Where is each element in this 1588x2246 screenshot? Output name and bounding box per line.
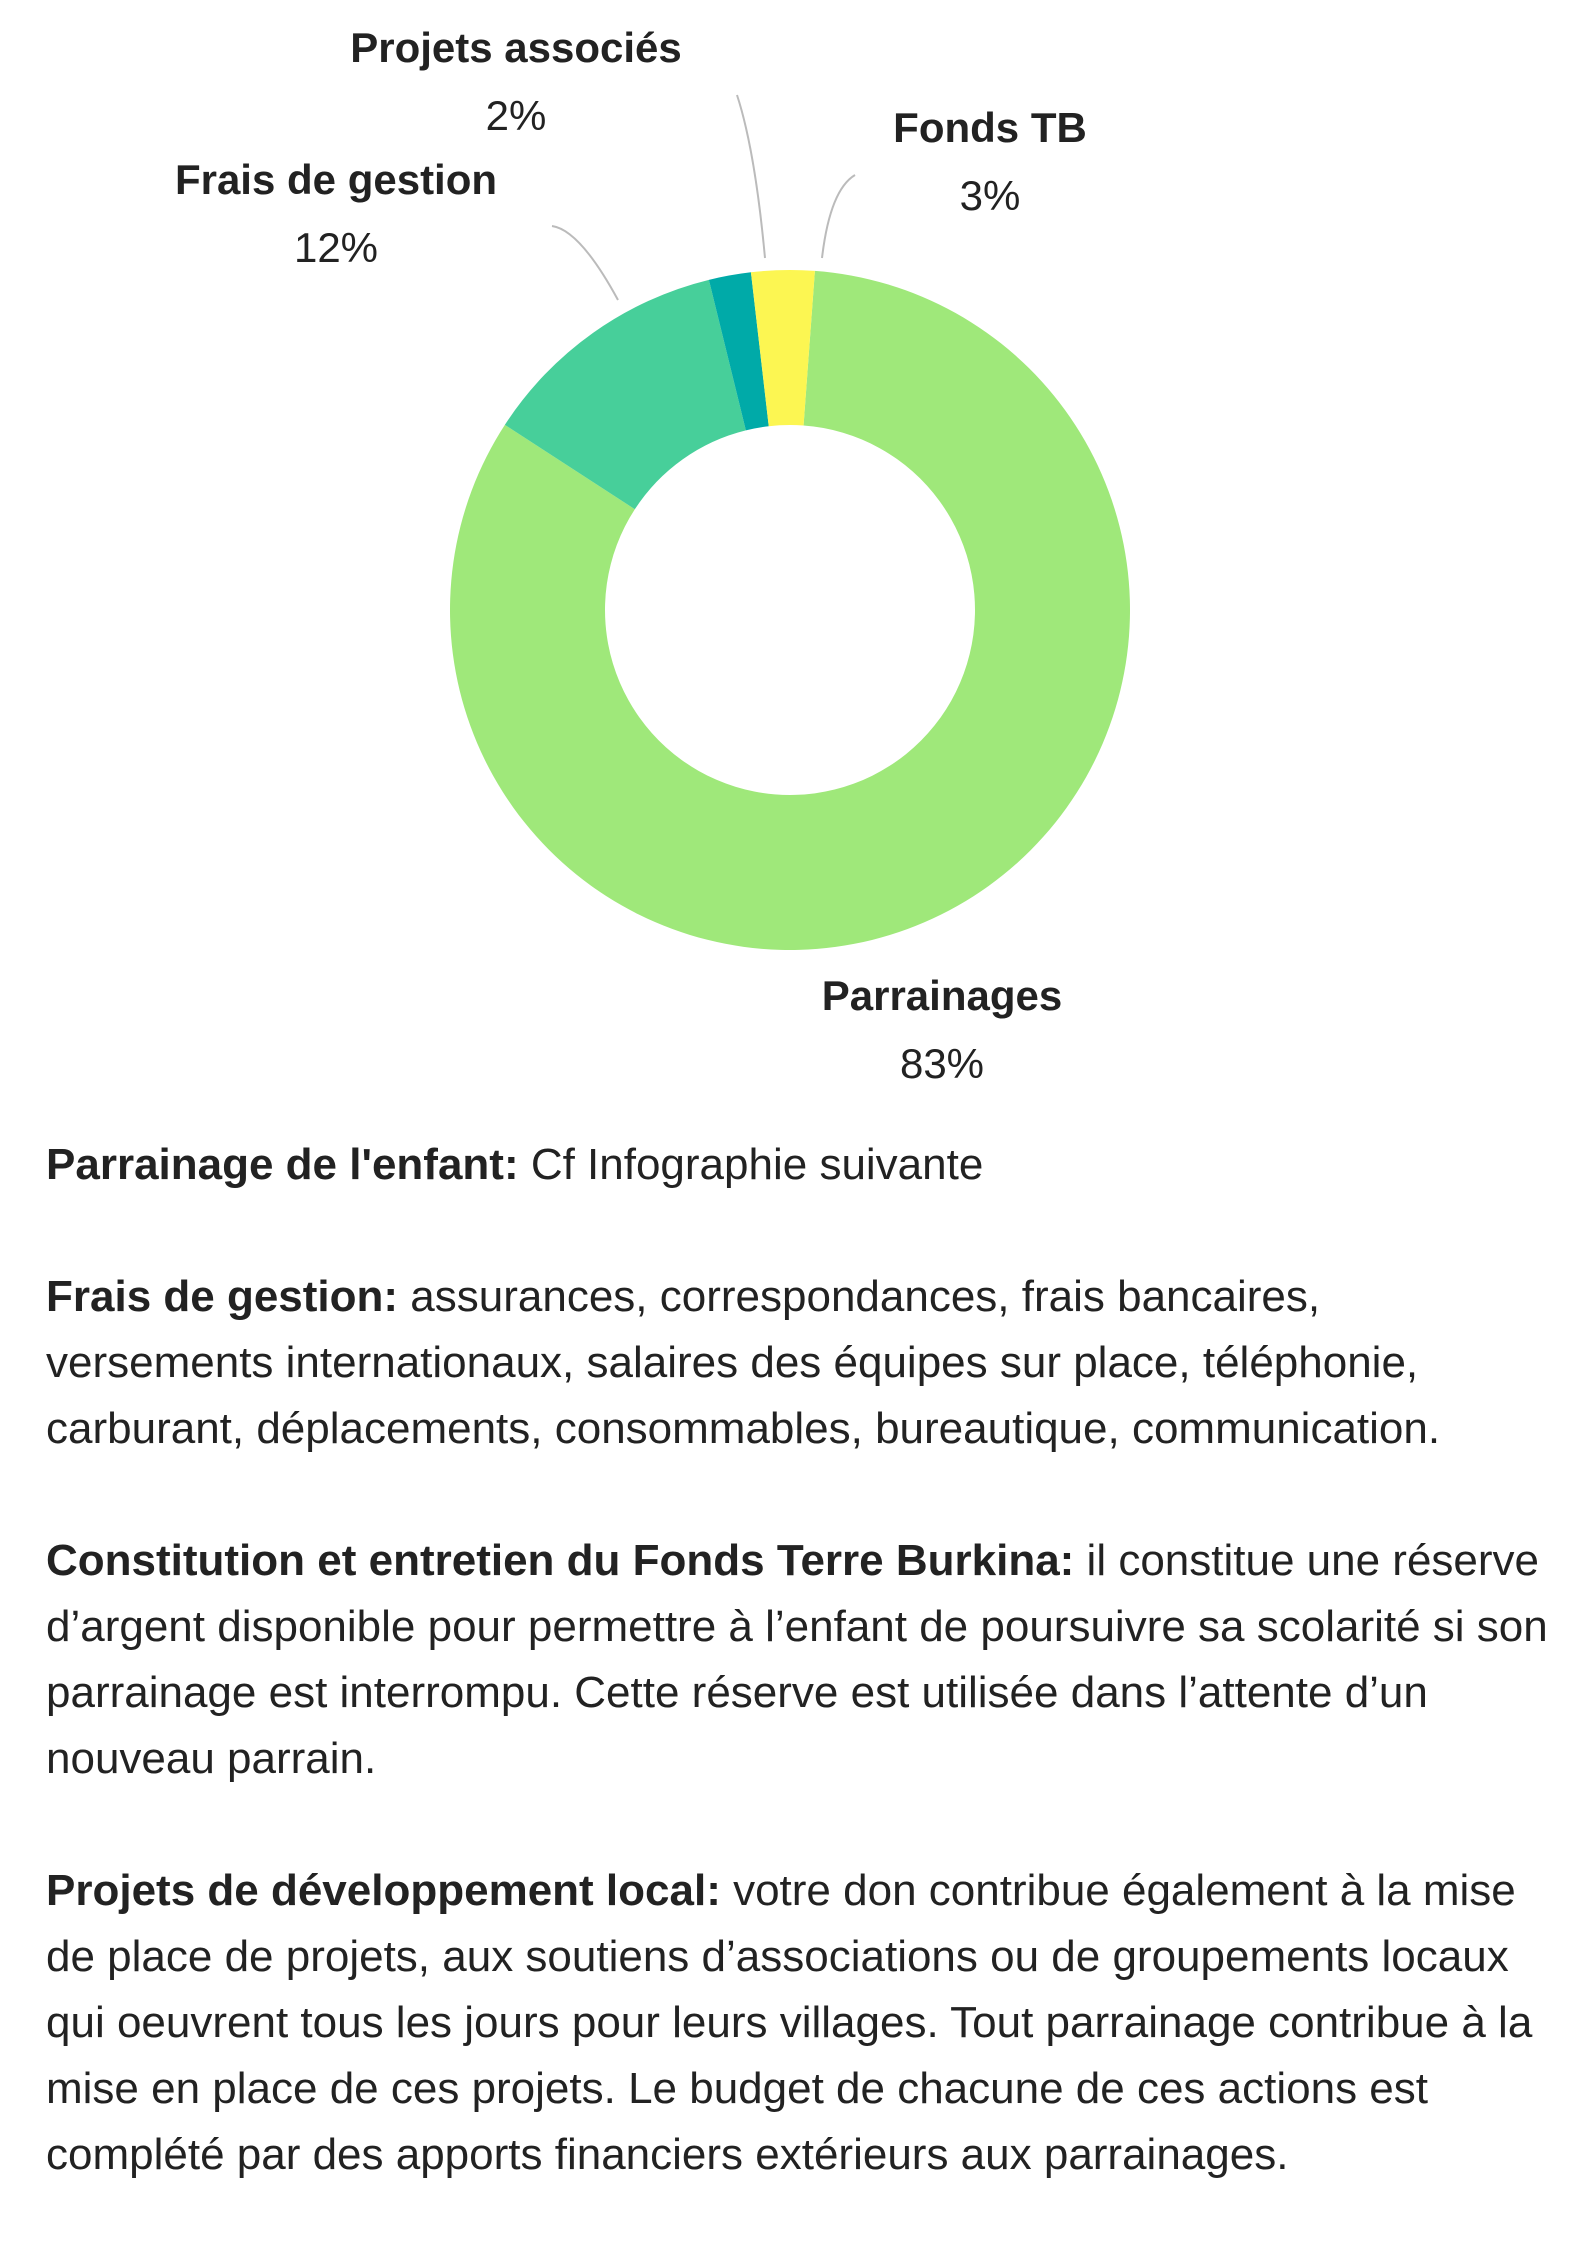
value-projets-associés: 2% bbox=[486, 92, 547, 139]
description-parrainage: Parrainage de l'enfant: Cf Infographie s… bbox=[46, 1132, 1556, 1198]
description-term: Projets de développement local: bbox=[46, 1866, 721, 1915]
donut-slices bbox=[449, 270, 1130, 950]
label-projets-associés: Projets associés bbox=[350, 24, 682, 71]
description-projets-developpement: Projets de développement local: votre do… bbox=[46, 1858, 1556, 2188]
description-term: Parrainage de l'enfant: bbox=[46, 1140, 519, 1189]
description-text: Cf Infographie suivante bbox=[518, 1140, 984, 1189]
leader-projets-associés bbox=[736, 94, 766, 259]
label-parrainages: Parrainages bbox=[822, 972, 1062, 1019]
description-section: Parrainage de l'enfant: Cf Infographie s… bbox=[46, 1132, 1556, 2188]
label-fonds-tb: Fonds TB bbox=[893, 104, 1087, 151]
slice-labels: Parrainages 83% Frais de gestion 12% Projets… bbox=[175, 24, 1087, 1087]
donut-chart: Parrainages 83% Frais de gestion 12% Projets… bbox=[175, 24, 1130, 1087]
leader-frais-de-gestion bbox=[551, 225, 619, 301]
description-frais-de-gestion: Frais de gestion: assurances, correspond… bbox=[46, 1264, 1556, 1462]
value-parrainages: 83% bbox=[900, 1040, 984, 1087]
description-fonds-terre-burkina: Constitution et entretien du Fonds Terre… bbox=[46, 1528, 1556, 1792]
leader-lines bbox=[551, 94, 856, 301]
value-fonds-tb: 3% bbox=[960, 172, 1021, 219]
description-term: Frais de gestion: bbox=[46, 1272, 399, 1321]
label-frais-de-gestion: Frais de gestion bbox=[175, 156, 497, 203]
value-frais-de-gestion: 12% bbox=[294, 224, 378, 271]
leader-fonds-tb bbox=[821, 174, 856, 259]
description-term: Constitution et entretien du Fonds Terre… bbox=[46, 1536, 1075, 1585]
